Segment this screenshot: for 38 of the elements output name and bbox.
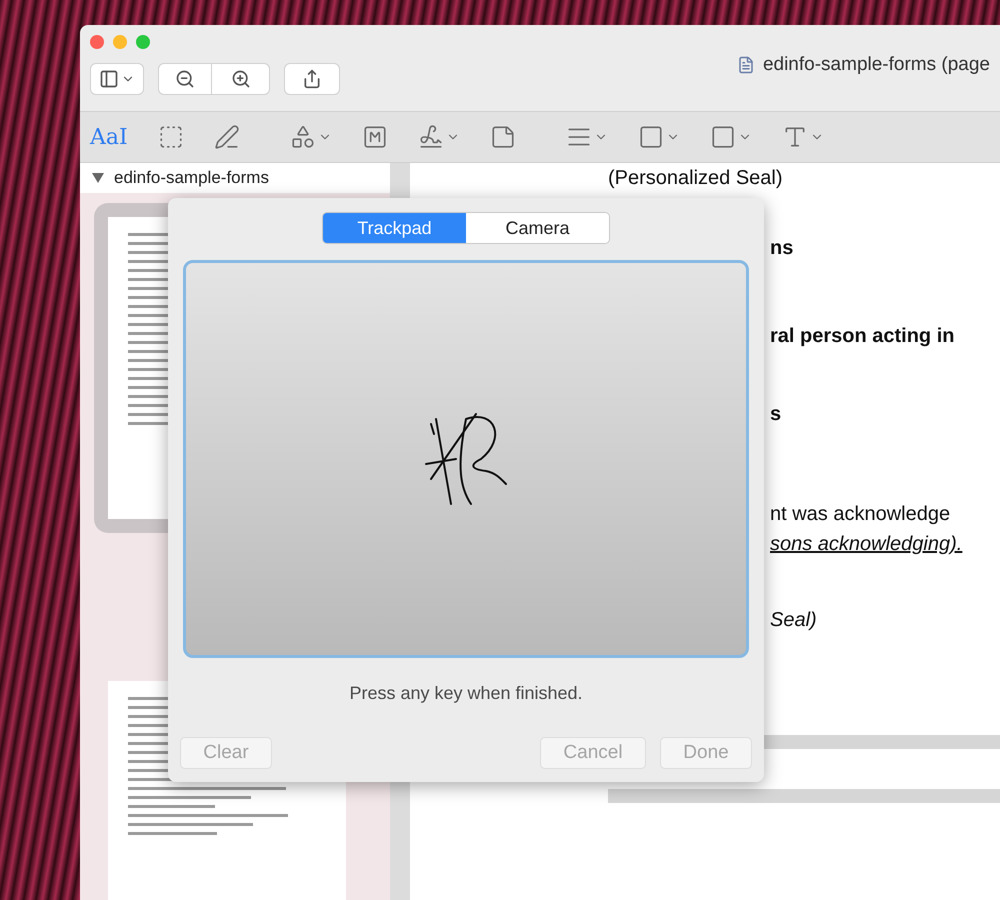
document-text: sons acknowledging). xyxy=(769,532,964,557)
signature-icon xyxy=(418,124,444,150)
shapes-tool[interactable] xyxy=(290,124,332,150)
disclosure-triangle-icon[interactable] xyxy=(92,173,104,183)
share-icon xyxy=(302,69,322,89)
instruction-text: Press any key when finished. xyxy=(349,682,583,705)
border-icon xyxy=(638,124,664,150)
text-box-tool[interactable] xyxy=(362,124,388,150)
pen-icon xyxy=(214,124,240,150)
sidebar-toggle-button[interactable] xyxy=(90,63,144,95)
document-text: ral person acting in xyxy=(769,324,956,349)
share-button[interactable] xyxy=(284,63,340,95)
document-text: nt was acknowledge xyxy=(769,502,952,527)
selection-icon xyxy=(158,124,184,150)
document-text: ns xyxy=(769,236,794,261)
close-button[interactable] xyxy=(90,35,104,49)
document-icon xyxy=(736,56,755,74)
border-tool[interactable] xyxy=(638,124,680,150)
signature-tool[interactable] xyxy=(418,124,460,150)
zoom-out-icon xyxy=(175,69,195,89)
pen-tool[interactable] xyxy=(214,124,240,150)
note-icon xyxy=(490,124,516,150)
note-tool[interactable] xyxy=(490,124,516,150)
text-style-tool[interactable]: AaI xyxy=(90,120,128,154)
square-icon xyxy=(710,124,736,150)
document-text: Seal) xyxy=(769,608,818,633)
selection-tool[interactable] xyxy=(158,124,184,150)
document-text: s xyxy=(769,402,782,427)
input-source-tab[interactable]: Trackpad xyxy=(323,213,466,243)
window-title: edinfo-sample-forms (page xyxy=(762,53,990,77)
text-box-icon xyxy=(362,124,388,150)
shapes-icon xyxy=(290,124,316,150)
square-tool[interactable] xyxy=(710,124,752,150)
document-text: (Personalized Seal) xyxy=(608,166,784,191)
zoom-out-button[interactable] xyxy=(158,63,212,95)
sidebar-icon xyxy=(99,69,119,89)
zoom-in-icon xyxy=(230,69,250,89)
zoom-in-button[interactable] xyxy=(212,63,270,95)
